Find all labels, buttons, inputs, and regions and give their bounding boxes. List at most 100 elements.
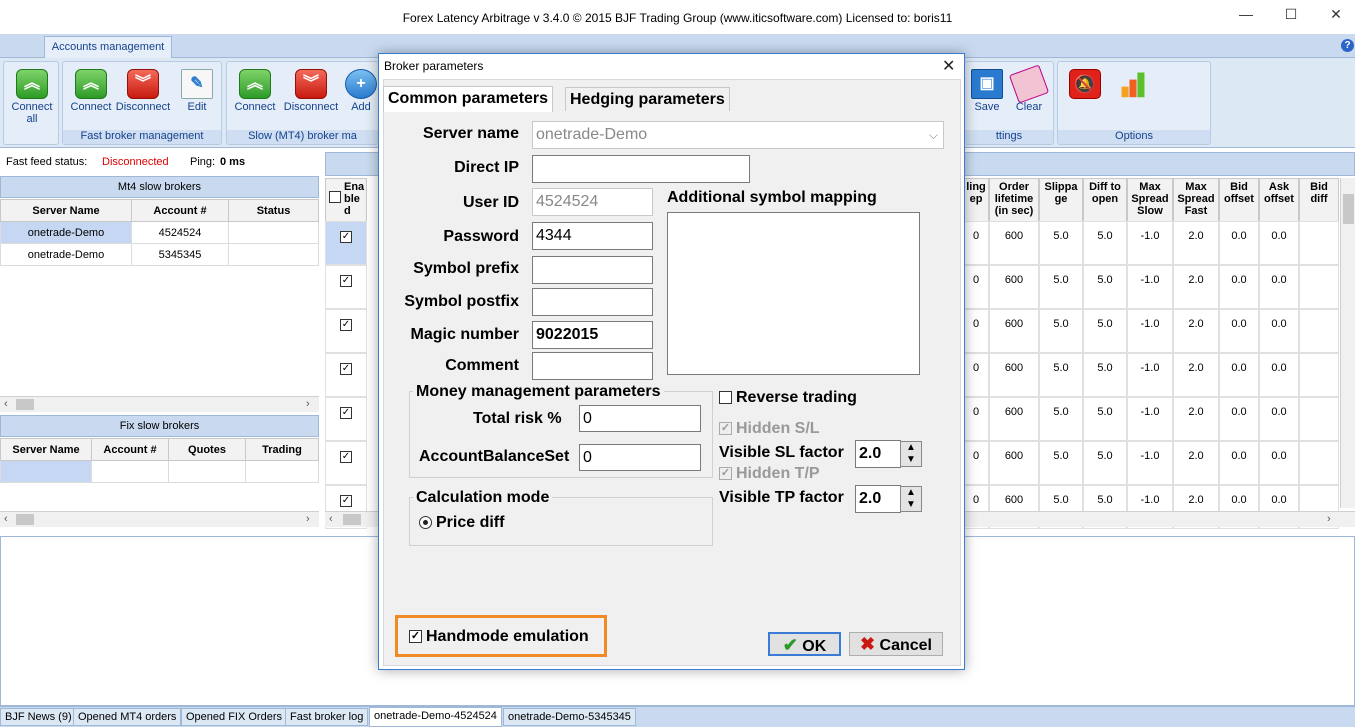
tab-bjf-news[interactable]: BJF News (9) xyxy=(0,708,77,726)
chevron-left-icon[interactable]: ‹ xyxy=(4,513,8,525)
tab-onetrade-demo-4524524[interactable]: onetrade-Demo-4524524 xyxy=(369,707,502,727)
fast-edit-button[interactable]: ✎ Edit xyxy=(169,69,225,113)
enabled-checkbox-cell[interactable]: ✓ xyxy=(325,397,367,441)
grid-column-header[interactable]: Order lifetime (in sec) xyxy=(989,178,1039,222)
connect-all-button[interactable]: ︽ Connect all xyxy=(4,69,60,125)
symbol-prefix-input[interactable] xyxy=(532,256,653,284)
clear-button[interactable]: Clear xyxy=(1007,64,1051,113)
fast-connect-button[interactable]: ︽ Connect xyxy=(63,69,119,113)
scroll-thumb[interactable] xyxy=(16,399,34,410)
total-risk-input[interactable]: 0 xyxy=(579,405,701,432)
grid-column-header[interactable]: Max Spread Slow xyxy=(1127,178,1173,222)
visible-tp-input[interactable]: 2.0 xyxy=(855,485,901,513)
hidden-tp-checkbox[interactable]: ✓ Hidden T/P xyxy=(719,465,820,483)
sound-off-button[interactable]: 🔕 xyxy=(1060,69,1110,101)
spinner-up-icon: ▲ xyxy=(906,487,916,498)
highlight-annotation xyxy=(395,615,607,657)
grid-cell: 5.0 xyxy=(1083,309,1127,353)
chevron-left-icon[interactable]: ‹ xyxy=(4,398,8,410)
tab-opened-mt4-orders[interactable]: Opened MT4 orders xyxy=(73,708,182,726)
money-management-legend: Money management parameters xyxy=(413,383,664,401)
symbol-mapping-label: Additional symbol mapping xyxy=(667,189,877,206)
tab-fast-broker-log[interactable]: Fast broker log xyxy=(285,708,369,726)
scroll-thumb[interactable] xyxy=(16,514,34,525)
server-name-select[interactable]: onetrade-Demo ⌵ xyxy=(532,121,944,149)
tab-common-parameters[interactable]: Common parameters xyxy=(383,86,554,112)
tab-hedging-parameters[interactable]: Hedging parameters xyxy=(565,87,730,111)
grid-column-header[interactable]: ling ep xyxy=(963,178,989,222)
cell-empty xyxy=(168,460,246,483)
help-icon[interactable]: ? xyxy=(1341,39,1354,52)
slow-disconnect-button[interactable]: ︾ Disconnect xyxy=(283,69,339,113)
scroll-thumb[interactable] xyxy=(343,514,361,525)
col-status[interactable]: Status xyxy=(228,199,319,222)
col-server-name[interactable]: Server Name xyxy=(0,199,132,222)
user-id-input[interactable]: 4524524 xyxy=(532,188,653,216)
right-vscrollbar[interactable] xyxy=(1340,178,1355,508)
connect-all-label: Connect all xyxy=(11,101,53,125)
price-diff-radio[interactable]: Price diff xyxy=(419,514,504,532)
cancel-button[interactable]: ✖ Cancel xyxy=(849,632,943,656)
tab-accounts-management[interactable]: Accounts management xyxy=(44,36,172,59)
direct-ip-input[interactable] xyxy=(532,155,750,183)
spinner-down-icon: ▼ xyxy=(906,499,916,510)
mt4-hscrollbar[interactable]: ‹ › xyxy=(0,396,319,412)
cell-empty xyxy=(245,460,319,483)
minimize-button[interactable]: — xyxy=(1236,6,1256,24)
account-balance-input[interactable]: 0 xyxy=(579,444,701,471)
close-window-button[interactable]: ✕ xyxy=(1326,6,1346,24)
symbol-postfix-input[interactable] xyxy=(532,288,653,316)
maximize-button[interactable]: ☐ xyxy=(1281,6,1301,24)
grid-cell: 2.0 xyxy=(1173,441,1219,485)
save-icon: ▣ xyxy=(971,69,1003,99)
table-row[interactable]: onetrade-Demo 5345345 xyxy=(0,243,319,266)
ok-button[interactable]: ✔ OK xyxy=(768,632,841,656)
chevron-left-icon[interactable]: ‹ xyxy=(329,513,333,525)
chevron-down-double-icon: ︾ xyxy=(295,69,327,99)
visible-tp-spinner[interactable]: ▲ ▼ xyxy=(900,486,922,512)
grid-column-header[interactable]: Ask offset xyxy=(1259,178,1299,222)
grid-column-header[interactable]: Max Spread Fast xyxy=(1173,178,1219,222)
slow-connect-button[interactable]: ︽ Connect xyxy=(227,69,283,113)
fast-disconnect-button[interactable]: ︾ Disconnect xyxy=(115,69,171,113)
table-row[interactable]: onetrade-Demo 4524524 xyxy=(0,221,319,244)
chevron-right-icon[interactable]: › xyxy=(306,398,310,410)
chevron-right-icon[interactable]: › xyxy=(306,513,310,525)
hidden-tp-label: Hidden T/P xyxy=(736,465,820,482)
grid-column-header[interactable]: Bid diff xyxy=(1299,178,1339,222)
grid-column-header[interactable]: Bid offset xyxy=(1219,178,1259,222)
save-button[interactable]: ▣ Save xyxy=(965,69,1009,113)
chevron-right-icon[interactable]: › xyxy=(1327,513,1331,525)
col-trading[interactable]: Trading xyxy=(245,438,319,461)
col-account[interactable]: Account # xyxy=(131,199,229,222)
fix-hscrollbar[interactable]: ‹ › xyxy=(0,511,319,527)
visible-sl-spinner[interactable]: ▲ ▼ xyxy=(900,441,922,467)
grid-cell: 0 xyxy=(963,441,989,485)
magic-number-input[interactable]: 9022015 xyxy=(532,321,653,349)
grid-column-header[interactable]: Slippa ge xyxy=(1039,178,1083,222)
tab-opened-fix-orders[interactable]: Opened FIX Orders xyxy=(181,708,287,726)
col-server-name[interactable]: Server Name xyxy=(0,438,92,461)
hidden-sl-checkbox[interactable]: ✓ Hidden S/L xyxy=(719,420,820,438)
password-input[interactable]: 4344 xyxy=(532,222,653,250)
dialog-close-button[interactable]: ✕ xyxy=(942,56,955,76)
visible-sl-input[interactable]: 2.0 xyxy=(855,440,901,468)
grid-cell: 0.0 xyxy=(1259,221,1299,265)
grid-column-header[interactable]: Diff to open xyxy=(1083,178,1127,222)
enabled-checkbox-cell[interactable]: ✓ xyxy=(325,441,367,485)
grid-cell: 5.0 xyxy=(1083,441,1127,485)
grid-cell: 0.0 xyxy=(1219,397,1259,441)
tab-onetrade-demo-5345345[interactable]: onetrade-Demo-5345345 xyxy=(503,708,636,726)
scroll-thumb[interactable] xyxy=(1343,194,1354,224)
slow-add-button[interactable]: + Add xyxy=(339,69,383,113)
grid-cell: 0 xyxy=(963,353,989,397)
checkbox-unchecked xyxy=(719,391,732,405)
chart-button[interactable] xyxy=(1108,69,1158,101)
col-account[interactable]: Account # xyxy=(91,438,169,461)
symbol-mapping-textarea[interactable] xyxy=(667,212,920,375)
cancel-x-icon: ✖ xyxy=(859,634,876,654)
table-row[interactable] xyxy=(0,460,319,483)
comment-input[interactable] xyxy=(532,352,653,380)
reverse-trading-checkbox[interactable]: Reverse trading xyxy=(719,389,857,407)
col-quotes[interactable]: Quotes xyxy=(168,438,246,461)
